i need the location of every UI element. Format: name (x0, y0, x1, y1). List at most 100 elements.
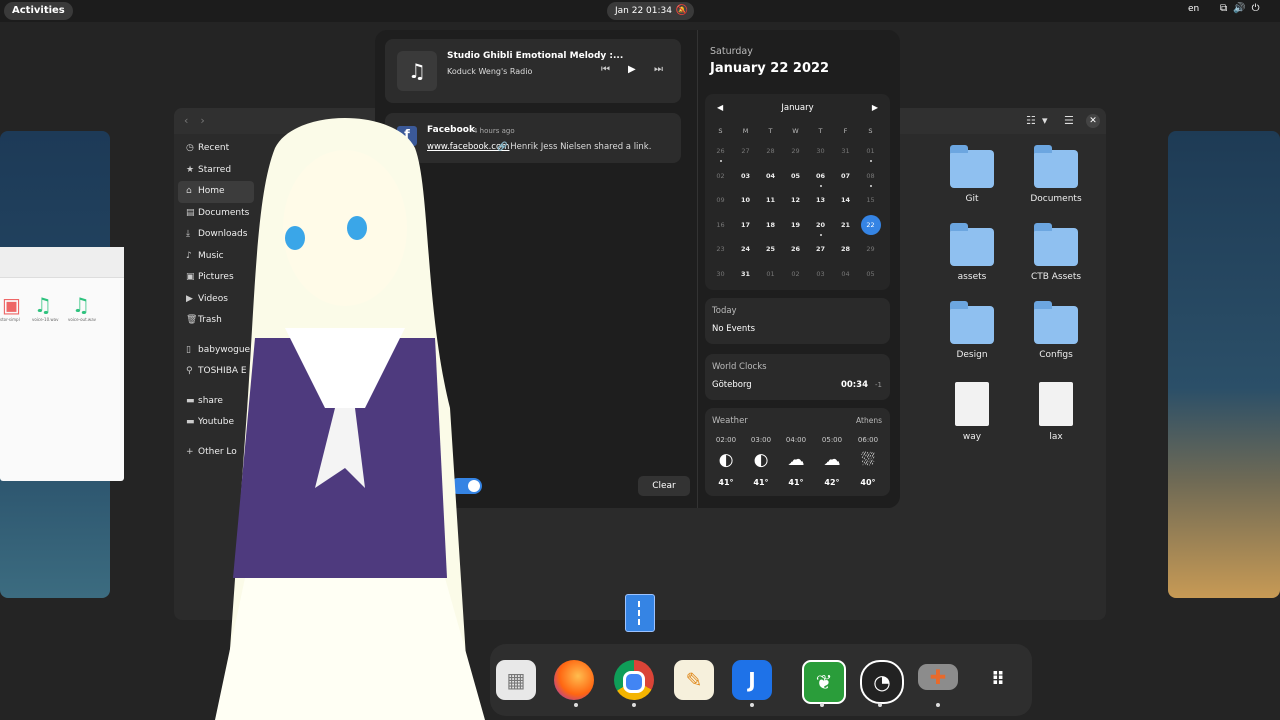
calendar-day[interactable]: 18 (758, 215, 783, 235)
calendar-day[interactable]: 11 (758, 190, 783, 210)
calendar-day[interactable]: 28 (833, 239, 858, 259)
today-label: Today (712, 306, 737, 316)
calendar-day[interactable]: 13 (808, 190, 833, 210)
calendar-day[interactable]: 21 (833, 215, 858, 235)
joplin-app[interactable]: J (732, 660, 772, 700)
calendar-day[interactable]: 02 (783, 264, 808, 284)
file-lax[interactable]: lax (1016, 382, 1096, 442)
today-events-card[interactable]: Today No Events (705, 298, 890, 344)
calendar-day[interactable]: 03 (808, 264, 833, 284)
calendar-day[interactable]: 30 (708, 264, 733, 284)
calendar-day[interactable]: 30 (808, 141, 833, 161)
chevron-down-icon[interactable]: ▾ (1042, 114, 1048, 127)
calendar-day[interactable]: 01 (758, 264, 783, 284)
menu-icon[interactable]: ☰ (1064, 114, 1074, 127)
calendar-day[interactable]: 06 (808, 166, 833, 186)
back-icon[interactable]: ‹ (184, 114, 200, 127)
close-icon: ✕ (1089, 116, 1097, 126)
calendar-day[interactable]: 31 (833, 141, 858, 161)
previous-track-icon[interactable]: ⏮ (601, 64, 610, 75)
calendar-day[interactable]: 14 (833, 190, 858, 210)
calendar-day[interactable]: 19 (783, 215, 808, 235)
calendar-day[interactable]: 12 (783, 190, 808, 210)
folder-design[interactable]: Design (932, 301, 1012, 360)
clear-button[interactable]: Clear (638, 476, 690, 496)
calendar-day[interactable]: 04 (758, 166, 783, 186)
media-player[interactable]: ♫ Studio Ghibli Emotional Melody :... Ko… (385, 39, 681, 103)
forecast-temp: 41° (718, 478, 734, 487)
calendar-day[interactable]: 05 (858, 264, 883, 284)
calendar-day[interactable]: 09 (708, 190, 733, 210)
calculator-app[interactable]: ▦ (496, 660, 536, 700)
calendar-day[interactable]: 05 (783, 166, 808, 186)
activities-button[interactable]: Activities (4, 2, 73, 20)
calendar-day[interactable]: 25 (758, 239, 783, 259)
folder-icon (1034, 223, 1078, 266)
clock-button[interactable]: Jan 22 01:34 🔕 (607, 2, 694, 20)
calendar-day[interactable]: 20 (808, 215, 833, 235)
dragged-file-icon[interactable] (625, 594, 655, 632)
view-list-icon[interactable]: ☷ (1026, 114, 1036, 127)
calendar-day[interactable]: 16 (708, 215, 733, 235)
calendar-day[interactable]: 17 (733, 215, 758, 235)
play-icon[interactable]: ▶ (628, 64, 636, 75)
firefox-app[interactable] (554, 660, 594, 700)
calendar-day[interactable]: 22 (860, 214, 881, 235)
calendar-day[interactable]: 26 (783, 239, 808, 259)
star-icon: ★ (186, 164, 195, 175)
calendar-day[interactable]: 27 (808, 239, 833, 259)
calendar-day[interactable]: 24 (733, 239, 758, 259)
weather-card[interactable]: Weather Athens 02:00 ◐ 41° 03:00 ◐ 41° 04:00 ☁ 4… (705, 408, 890, 496)
folder-assets[interactable]: assets (932, 223, 1012, 282)
weekday-header: W (792, 127, 799, 135)
calendar-day[interactable]: 29 (858, 239, 883, 259)
app-grid-button[interactable]: ⠿ (978, 660, 1018, 700)
folder-git[interactable]: Git (932, 145, 1012, 204)
calendar-day[interactable]: 07 (833, 166, 858, 186)
world-clocks-card[interactable]: World Clocks Göteborg 00:34 -1 (705, 354, 890, 400)
weekday-header: T (818, 127, 823, 135)
obs-app[interactable]: ◔ (860, 660, 904, 704)
language-indicator[interactable]: en (1188, 4, 1199, 14)
calendar-day[interactable]: 28 (758, 141, 783, 161)
clock-icon: ◷ (186, 143, 194, 153)
vtuber-avatar (215, 118, 485, 720)
calendar-day[interactable]: 10 (733, 190, 758, 210)
chrome-app[interactable] (614, 660, 654, 700)
calendar-day[interactable]: 08 (858, 166, 883, 186)
calendar-day[interactable]: 01 (858, 141, 883, 161)
nav-arrows[interactable]: ‹› (184, 114, 217, 127)
event-dot (719, 160, 722, 162)
calendar-day[interactable]: 26 (708, 141, 733, 161)
next-month-icon[interactable]: ▶ (872, 103, 878, 112)
text-editor-app[interactable]: ✎ (674, 660, 714, 700)
calendar-day[interactable]: 29 (783, 141, 808, 161)
calendar-day[interactable]: 02 (708, 166, 733, 186)
calendar-day[interactable]: 27 (733, 141, 758, 161)
calendar-day[interactable]: 03 (733, 166, 758, 186)
close-button[interactable]: ✕ (1086, 114, 1100, 128)
obs-icon: ◔ (873, 670, 891, 694)
folder-ctb-assets[interactable]: CTB Assets (1016, 223, 1096, 282)
picture-icon: ▣ (186, 272, 195, 282)
folder-documents[interactable]: Documents (1016, 145, 1096, 204)
calendar-day[interactable]: 23 (708, 239, 733, 259)
calendar-day[interactable]: 31 (733, 264, 758, 284)
folder-configs[interactable]: Configs (1016, 301, 1096, 360)
next-track-icon[interactable]: ⏭ (654, 64, 663, 75)
text-file-icon (955, 382, 989, 426)
mint-app[interactable]: ❦ (802, 660, 846, 704)
background-window[interactable]: ▣ ♫ ♫ stor-simpl voice-10.wav voice-out.… (0, 247, 124, 481)
weekday-header: M (742, 127, 749, 135)
workspace-right-preview[interactable] (1168, 131, 1280, 598)
music-icon: ♪ (186, 250, 192, 261)
weather-label: Weather (712, 416, 748, 426)
firefox-icon (554, 660, 594, 700)
night-partly-cloudy-icon: ◐ (718, 450, 734, 470)
audio-file-icon: ♫ (72, 293, 90, 317)
file-way[interactable]: way (932, 382, 1012, 442)
calendar-day[interactable]: 04 (833, 264, 858, 284)
calendar-day[interactable]: 15 (858, 190, 883, 210)
system-tray[interactable]: ⧉🔊⏻ (1220, 3, 1266, 14)
drive-tool-app[interactable]: ✚ (918, 664, 958, 690)
